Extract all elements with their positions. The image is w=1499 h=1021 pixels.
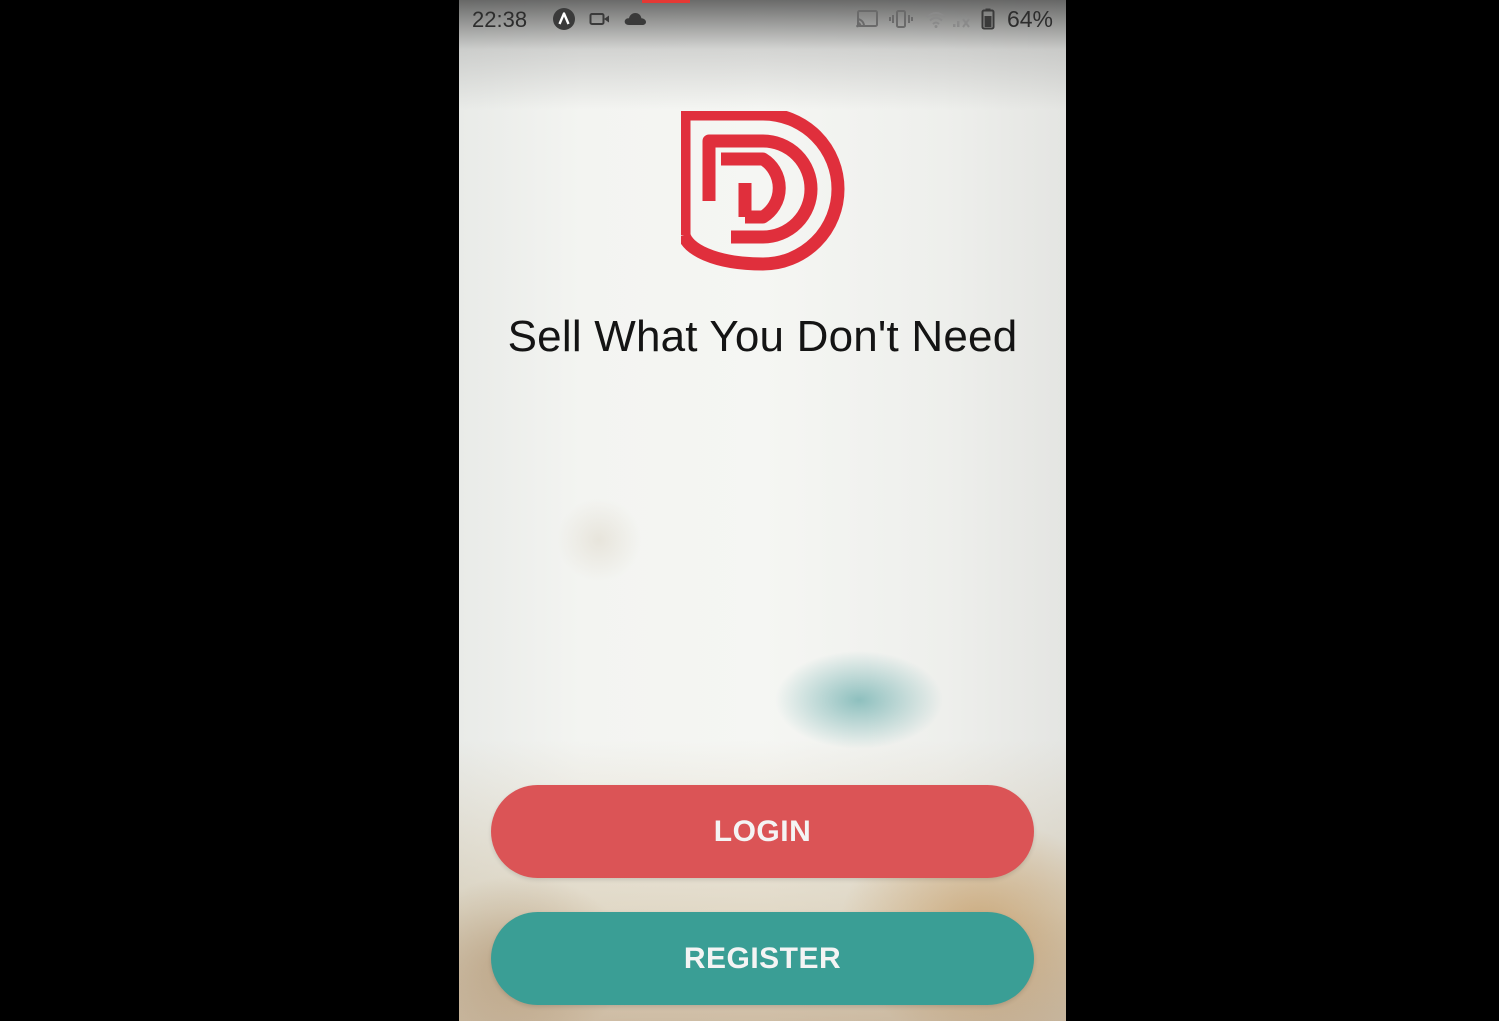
video-camera-icon	[589, 8, 611, 30]
screen-background: 22:38 64% Sell What You Don't Need LOGIN…	[0, 0, 1499, 1021]
vibrate-icon	[889, 8, 913, 30]
phone-screen: 22:38 64% Sell What You Don't Need LOGIN…	[459, 0, 1066, 1021]
battery-percentage: 64%	[1006, 6, 1053, 32]
status-bar: 22:38 64%	[459, 0, 1066, 40]
status-time: 22:38	[472, 7, 528, 32]
brand-logo	[681, 111, 845, 271]
signal-icon	[951, 8, 973, 30]
tagline: Sell What You Don't Need	[507, 312, 1018, 361]
battery-icon	[981, 8, 995, 30]
app-notification-icon	[551, 8, 577, 30]
cast-icon	[855, 8, 879, 30]
cloud-icon	[623, 8, 647, 30]
login-button[interactable]: LOGIN	[491, 785, 1034, 878]
wifi-icon	[925, 8, 947, 30]
register-button[interactable]: REGISTER	[491, 912, 1034, 1005]
